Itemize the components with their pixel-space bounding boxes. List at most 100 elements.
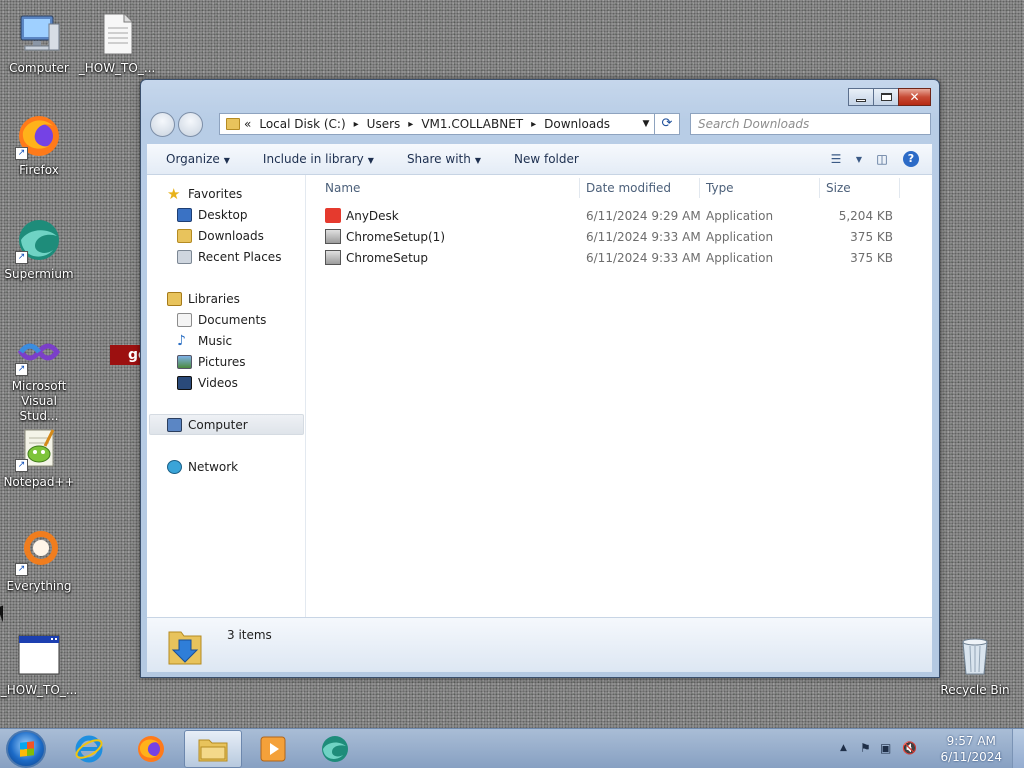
chevron-down-icon: ▼ — [367, 156, 374, 165]
share-with-button[interactable]: Share with ▼ — [388, 152, 495, 166]
nav-downloads[interactable]: Downloads — [177, 225, 264, 246]
address-bar[interactable]: « Local Disk (C:) ▸ Users ▸ VM1.COLLABNE… — [219, 113, 655, 135]
preview-pane-button[interactable]: ◫ — [867, 149, 897, 169]
desktop-icon-label: Everything — [6, 579, 72, 593]
file-name: ChromeSetup — [346, 251, 428, 265]
action-center-flag-icon[interactable]: ⚑ — [860, 741, 871, 755]
taskbar-supermium[interactable] — [306, 730, 364, 768]
column-header-name[interactable]: Name — [325, 181, 360, 195]
nav-network[interactable]: Network — [167, 456, 238, 477]
firefox-icon — [138, 736, 164, 762]
breadcrumb-separator-icon[interactable]: ▸ — [354, 119, 367, 130]
breadcrumb-users[interactable]: Users — [367, 117, 409, 131]
organize-label: Organize — [166, 152, 220, 166]
desktop-icon-everything[interactable]: ↗ Everything — [0, 528, 78, 594]
taskbar-media-player[interactable] — [244, 730, 302, 768]
nav-computer[interactable]: Computer — [167, 414, 248, 435]
desktop-icon-recycle-bin[interactable]: Recycle Bin — [936, 632, 1014, 698]
nav-libraries[interactable]: Libraries — [167, 288, 240, 309]
organize-button[interactable]: Organize ▼ — [147, 152, 244, 166]
column-divider[interactable] — [899, 178, 900, 198]
desktop-icon-firefox[interactable]: ↗ Firefox — [0, 112, 78, 178]
nav-label: Favorites — [188, 186, 243, 201]
clock[interactable]: 9:57 AM 6/11/2024 — [940, 733, 1002, 765]
file-row[interactable]: AnyDesk 6/11/2024 9:29 AM Application 5,… — [307, 206, 932, 227]
nav-desktop[interactable]: Desktop — [177, 204, 248, 225]
nav-documents[interactable]: Documents — [177, 309, 266, 330]
breadcrumb-local-disk[interactable]: Local Disk (C:) — [259, 117, 353, 131]
start-button[interactable] — [6, 730, 46, 768]
desktop-icon-label: _HOW_TO_... — [0, 683, 78, 697]
everything-search-icon: ↗ — [15, 528, 63, 576]
column-divider[interactable] — [819, 178, 820, 198]
column-header-type[interactable]: Type — [706, 181, 734, 195]
refresh-button[interactable]: ⟳ — [655, 113, 680, 135]
downloads-folder-icon — [177, 228, 192, 243]
network-tray-icon[interactable]: ▣ — [880, 741, 891, 755]
caption-buttons: ✕ — [848, 88, 931, 106]
shortcut-arrow-icon: ↗ — [15, 147, 28, 160]
help-button[interactable]: ? — [903, 151, 919, 167]
address-overflow[interactable]: « — [244, 117, 259, 131]
desktop-icon-supermium[interactable]: ↗ Supermium — [0, 216, 78, 282]
maximize-button[interactable] — [873, 88, 899, 106]
minimize-button[interactable] — [848, 88, 874, 106]
breadcrumb-downloads[interactable]: Downloads — [544, 117, 618, 131]
chevron-down-icon: ▼ — [223, 156, 230, 165]
nav-label: Pictures — [198, 354, 246, 369]
search-input[interactable]: Search Downloads — [690, 113, 931, 135]
details-pane: 3 items — [147, 617, 932, 672]
breadcrumb-separator-icon[interactable]: ▸ — [531, 119, 544, 130]
column-divider[interactable] — [579, 178, 580, 198]
refresh-icon: ⟳ — [661, 116, 673, 131]
nav-pictures[interactable]: Pictures — [177, 351, 246, 372]
file-date: 6/11/2024 9:33 AM — [586, 230, 701, 244]
taskbar-internet-explorer[interactable] — [60, 730, 118, 768]
forward-button[interactable] — [178, 112, 203, 137]
back-button[interactable] — [150, 112, 175, 137]
view-options-dropdown[interactable]: ▼ — [851, 149, 867, 169]
column-divider[interactable] — [699, 178, 700, 198]
show-desktop-button[interactable] — [1012, 729, 1024, 768]
include-in-library-label: Include in library — [262, 152, 364, 166]
volume-muted-icon[interactable]: 🔇 — [902, 741, 917, 755]
new-folder-button[interactable]: New folder — [495, 152, 593, 166]
documents-icon — [177, 312, 192, 327]
taskbar-windows-explorer[interactable] — [184, 730, 242, 768]
column-header-date-modified[interactable]: Date modified — [586, 181, 671, 195]
taskbar: ▲ ⚑ ▣ 🔇 9:57 AM 6/11/2024 — [0, 728, 1024, 768]
desktop-icon-label: Recycle Bin — [940, 683, 1010, 697]
command-bar: Organize ▼ Include in library ▼ Share with… — [147, 144, 932, 175]
breadcrumb-user-folder[interactable]: VM1.COLLABNET — [421, 117, 531, 131]
show-hidden-icons-button[interactable]: ▲ — [840, 743, 847, 753]
desktop-icon-notepad-plus-plus[interactable]: ↗ Notepad++ — [0, 424, 78, 490]
column-header-size[interactable]: Size — [826, 181, 851, 195]
windows-logo-icon — [20, 741, 34, 757]
nav-label: Music — [198, 333, 233, 348]
taskbar-firefox[interactable] — [122, 730, 180, 768]
desktop-icon-computer[interactable]: Computer — [0, 10, 78, 76]
nav-music[interactable]: ♪ Music — [177, 330, 232, 351]
computer-icon — [167, 417, 182, 432]
file-row[interactable]: ChromeSetup(1) 6/11/2024 9:33 AM Applica… — [307, 227, 932, 248]
file-row[interactable]: ChromeSetup 6/11/2024 9:33 AM Applicatio… — [307, 248, 932, 269]
desktop-icon-label: Notepad++ — [3, 475, 75, 489]
address-dropdown-icon[interactable]: ▼ — [638, 119, 654, 129]
nav-videos[interactable]: Videos — [177, 372, 238, 393]
nav-recent-places[interactable]: Recent Places — [177, 246, 281, 267]
clock-date: 6/11/2024 — [940, 750, 1002, 764]
desktop-icon-how-to-1[interactable]: _HOW_TO_... — [78, 10, 156, 76]
desktop-icon-visual-studio[interactable]: ↗ Microsoft Visual Stud... — [0, 328, 78, 424]
nav-label: Documents — [198, 312, 267, 327]
nav-favorites[interactable]: ★ Favorites — [167, 183, 242, 204]
desktop-icon-how-to-2[interactable]: _HOW_TO_... — [0, 632, 78, 698]
supermium-icon: ↗ — [15, 216, 63, 264]
change-view-button[interactable]: ☰ — [821, 149, 851, 169]
breadcrumb-separator-icon[interactable]: ▸ — [408, 119, 421, 130]
include-in-library-button[interactable]: Include in library ▼ — [244, 152, 388, 166]
close-button[interactable]: ✕ — [898, 88, 931, 106]
share-with-label: Share with — [406, 152, 471, 166]
mouse-cursor-icon — [0, 605, 9, 623]
shortcut-arrow-icon: ↗ — [15, 251, 28, 264]
desktop-icon — [177, 207, 192, 222]
